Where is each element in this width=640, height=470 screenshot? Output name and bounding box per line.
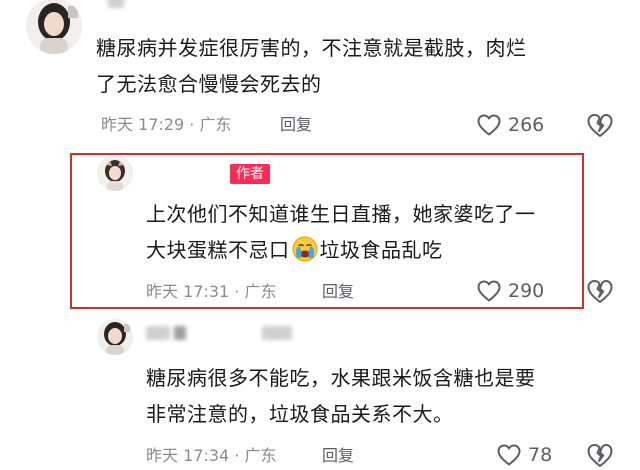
comment-thread: 糖尿病并发症很厉害的，不注意就是截肢，肉烂 了无法愈合慢慢会死去的 昨天 17:… (0, 0, 640, 470)
comment-text-segment: 大块蛋糕不忌口 (146, 238, 290, 262)
commenter-avatar[interactable] (97, 319, 133, 355)
comment-text: 糖尿病并发症很厉害的，不注意就是截肢，肉烂 了无法愈合慢慢会死去的 (96, 30, 527, 102)
comment-text-line: 上次他们不知道谁生日直播，她家婆吃了一 (146, 202, 536, 226)
crying-face-emoji (292, 236, 317, 262)
commenter-name[interactable] (262, 326, 292, 340)
commenter-name[interactable] (146, 326, 170, 340)
commenter-name[interactable] (174, 326, 186, 340)
heart-outline-icon (477, 114, 501, 136)
reply-button[interactable]: 回复 (322, 444, 354, 468)
like-count: 78 (528, 444, 553, 466)
reply-button[interactable]: 回复 (322, 280, 354, 304)
commenter-avatar[interactable] (26, 0, 82, 54)
author-badge: 作者 (230, 164, 270, 184)
comment-text-line: 糖尿病并发症很厉害的，不注意就是截肢，肉烂 (96, 36, 527, 60)
comment-text-line: 大块蛋糕不忌口 垃圾食品乱吃 (146, 232, 536, 268)
broken-heart-icon[interactable] (586, 111, 614, 139)
commenter-name[interactable] (108, 0, 124, 8)
broken-heart-icon[interactable] (586, 277, 614, 305)
like-button[interactable]: 78 (496, 441, 552, 469)
like-button[interactable]: 290 (476, 277, 544, 305)
comment-text: 糖尿病很多不能吃，水果跟米饭含糖也是要 非常注意的，垃圾食品关系不大。 (146, 360, 536, 432)
heart-outline-icon (477, 280, 501, 302)
comment-meta: 昨天 17:29 · 广东 (101, 115, 232, 134)
like-button[interactable]: 266 (476, 111, 544, 139)
comment-text-line: 了无法愈合慢慢会死去的 (96, 72, 322, 96)
comment-text-line: 非常注意的，垃圾食品关系不大。 (146, 402, 454, 426)
comment-meta: 昨天 17:34 · 广东 (146, 446, 277, 465)
comment-text-line: 糖尿病很多不能吃，水果跟米饭含糖也是要 (146, 366, 536, 390)
author-avatar[interactable] (97, 155, 133, 191)
like-count: 290 (508, 280, 545, 302)
reply-button[interactable]: 回复 (280, 113, 312, 137)
comment-text-segment: 垃圾食品乱吃 (319, 238, 443, 262)
comment-meta: 昨天 17:31 · 广东 (146, 282, 277, 301)
comment-text: 上次他们不知道谁生日直播，她家婆吃了一 大块蛋糕不忌口 垃圾食品乱吃 (146, 196, 536, 268)
heart-outline-icon (497, 444, 521, 466)
broken-heart-icon[interactable] (586, 441, 614, 469)
like-count: 266 (508, 114, 545, 136)
